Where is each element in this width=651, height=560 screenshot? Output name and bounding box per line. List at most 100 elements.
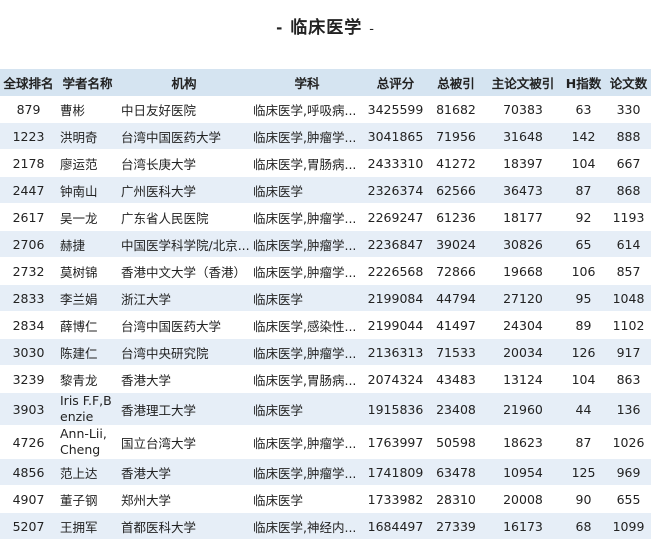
total-citations-cell: 71956 xyxy=(427,122,485,150)
subject-cell: 临床医学,肿瘤学... xyxy=(250,338,364,366)
h-index-cell: 126 xyxy=(561,338,606,366)
title-text: 临床医学 xyxy=(290,18,363,38)
main-citations-cell: 18177 xyxy=(485,203,561,231)
col-header-institution: 机构 xyxy=(118,69,250,96)
table-row: 2447 钟南山 广州医科大学 临床医学 2326374 62566 36473 87 868 xyxy=(0,176,651,204)
main-citations-cell: 19668 xyxy=(485,257,561,285)
h-index-cell: 142 xyxy=(561,122,606,150)
total-score-cell: 2269247 xyxy=(364,203,427,231)
scholar-name-cell: Ann-Lii,Cheng xyxy=(57,425,118,459)
main-citations-cell: 13124 xyxy=(485,365,561,393)
total-score-cell: 1763997 xyxy=(364,425,427,459)
main-citations-cell: 18623 xyxy=(485,425,561,459)
subject-cell: 临床医学 xyxy=(250,392,364,426)
scholar-name-cell: 李兰娟 xyxy=(57,284,118,312)
h-index-cell: 90 xyxy=(561,485,606,513)
total-citations-cell: 50598 xyxy=(427,425,485,459)
h-index-cell: 44 xyxy=(561,392,606,426)
col-header-subject: 学科 xyxy=(250,69,364,96)
subject-cell: 临床医学,感染性... xyxy=(250,311,364,339)
total-score-cell: 2236847 xyxy=(364,230,427,258)
total-score-cell: 2074324 xyxy=(364,365,427,393)
total-citations-cell: 41497 xyxy=(427,311,485,339)
rank-cell: 3030 xyxy=(0,338,57,366)
total-citations-cell: 71533 xyxy=(427,338,485,366)
subject-cell: 临床医学,神经内... xyxy=(250,512,364,540)
institution-cell: 浙江大学 xyxy=(118,284,250,312)
institution-cell: 广州医科大学 xyxy=(118,176,250,204)
h-index-cell: 104 xyxy=(561,149,606,177)
main-citations-cell: 31648 xyxy=(485,122,561,150)
paper-count-cell: 1026 xyxy=(606,425,651,459)
table-row: 4907 董子钢 郑州大学 临床医学 1733982 28310 20008 90 655 xyxy=(0,485,651,513)
paper-count-cell: 1099 xyxy=(606,512,651,540)
rank-cell: 2834 xyxy=(0,311,57,339)
total-score-cell: 2199084 xyxy=(364,284,427,312)
subject-cell: 临床医学,肿瘤学... xyxy=(250,458,364,486)
scholar-name-cell: 莫树锦 xyxy=(57,257,118,285)
total-score-cell: 2226568 xyxy=(364,257,427,285)
subject-cell: 临床医学,肿瘤学... xyxy=(250,203,364,231)
total-citations-cell: 43483 xyxy=(427,365,485,393)
rank-cell: 2833 xyxy=(0,284,57,312)
main-citations-cell: 16173 xyxy=(485,512,561,540)
rank-cell: 3903 xyxy=(0,392,57,426)
h-index-cell: 87 xyxy=(561,176,606,204)
total-citations-cell: 72866 xyxy=(427,257,485,285)
subject-cell: 临床医学,胃肠病... xyxy=(250,365,364,393)
total-score-cell: 2433310 xyxy=(364,149,427,177)
h-index-cell: 63 xyxy=(561,96,606,123)
institution-cell: 广东省人民医院 xyxy=(118,203,250,231)
total-citations-cell: 62566 xyxy=(427,176,485,204)
scholar-name-cell: 吴一龙 xyxy=(57,203,118,231)
table-row: 2178 廖运范 台湾长庚大学 临床医学,胃肠病... 2433310 41272 1839… xyxy=(0,149,651,177)
total-score-cell: 2136313 xyxy=(364,338,427,366)
subject-cell: 临床医学,肿瘤学... xyxy=(250,230,364,258)
main-citations-cell: 70383 xyxy=(485,96,561,123)
col-header-scholar: 学者名称 xyxy=(57,69,118,96)
h-index-cell: 95 xyxy=(561,284,606,312)
paper-count-cell: 863 xyxy=(606,365,651,393)
paper-count-cell: 655 xyxy=(606,485,651,513)
rank-cell: 2447 xyxy=(0,176,57,204)
total-score-cell: 2199044 xyxy=(364,311,427,339)
col-header-total-citations: 总被引 xyxy=(427,69,485,96)
institution-cell: 香港中文大学（香港） xyxy=(118,257,250,285)
subject-cell: 临床医学,肿瘤学... xyxy=(250,122,364,150)
subject-cell: 临床医学,肿瘤学... xyxy=(250,257,364,285)
total-citations-cell: 28310 xyxy=(427,485,485,513)
main-citations-cell: 20034 xyxy=(485,338,561,366)
paper-count-cell: 1193 xyxy=(606,203,651,231)
main-citations-cell: 24304 xyxy=(485,311,561,339)
col-header-total-score: 总评分 xyxy=(364,69,427,96)
main-citations-cell: 10954 xyxy=(485,458,561,486)
total-score-cell: 1741809 xyxy=(364,458,427,486)
scholar-name-cell: 廖运范 xyxy=(57,149,118,177)
table-row: 2833 李兰娟 浙江大学 临床医学 2199084 44794 27120 95 1048 xyxy=(0,284,651,312)
h-index-cell: 125 xyxy=(561,458,606,486)
scholar-name-cell: 董子钢 xyxy=(57,485,118,513)
scholar-name-cell: 曹彬 xyxy=(57,96,118,123)
title-suffix-dash: - xyxy=(369,22,375,37)
table-row: 2706 赫捷 中国医学科学院/北京... 临床医学,肿瘤学... 2236847 390… xyxy=(0,230,651,258)
table-row: 5207 王拥军 首都医科大学 临床医学,神经内... 1684497 27339 1617… xyxy=(0,512,651,540)
table-row: 1223 洪明奇 台湾中国医药大学 临床医学,肿瘤学... 3041865 71956 31… xyxy=(0,122,651,150)
h-index-cell: 87 xyxy=(561,425,606,459)
subject-cell: 临床医学 xyxy=(250,176,364,204)
rank-cell: 4856 xyxy=(0,458,57,486)
main-citations-cell: 18397 xyxy=(485,149,561,177)
total-citations-cell: 27339 xyxy=(427,512,485,540)
scholar-name-cell: 黎青龙 xyxy=(57,365,118,393)
scholar-name-cell: 薛博仁 xyxy=(57,311,118,339)
institution-cell: 中日友好医院 xyxy=(118,96,250,123)
scholar-name-cell: 王拥军 xyxy=(57,512,118,540)
rank-cell: 879 xyxy=(0,96,57,123)
table-row: 2834 薛博仁 台湾中国医药大学 临床医学,感染性... 2199044 41497 24… xyxy=(0,311,651,339)
total-citations-cell: 81682 xyxy=(427,96,485,123)
scholar-name-cell: Iris F.F,Benzie xyxy=(57,392,118,426)
col-header-h-index: H指数 xyxy=(561,69,606,96)
rank-cell: 2178 xyxy=(0,149,57,177)
total-score-cell: 1684497 xyxy=(364,512,427,540)
paper-count-cell: 857 xyxy=(606,257,651,285)
rank-cell: 3239 xyxy=(0,365,57,393)
